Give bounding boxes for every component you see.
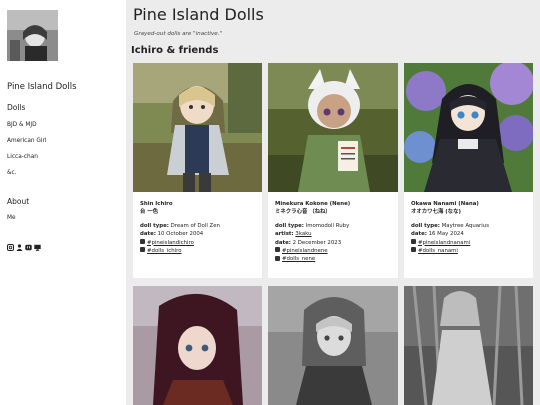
doll-photo-row2-1[interactable] xyxy=(133,286,262,405)
instagram-icon[interactable] xyxy=(7,236,14,251)
doll-card-row2-3[interactable] xyxy=(404,286,533,405)
doll-info-ichiro: Shin Ichiro 台 一色 doll type: Dream of Dol… xyxy=(140,200,258,255)
field-label: date: xyxy=(411,231,427,238)
doll-name: Shin Ichiro xyxy=(140,201,173,207)
doll-photo-ichiro[interactable] xyxy=(133,63,262,192)
doll-card-row2-2[interactable] xyxy=(268,286,398,405)
avatar[interactable] xyxy=(7,10,58,61)
doll-info-nanami: Okawa Nanami (Nana) オオカワ七海 (なな) doll typ… xyxy=(411,200,529,255)
doll-card-ichiro[interactable]: Shin Ichiro 台 一色 doll type: Dream of Dol… xyxy=(133,63,262,278)
mastodon-tag-link[interactable]: #dolls_nanami xyxy=(418,248,458,254)
doll-type-value: Imomodoll Ruby xyxy=(305,222,350,229)
doll-name: Minekura Kokone (Nene) xyxy=(275,201,351,207)
field-label: artist: xyxy=(275,231,294,238)
doll-photo-row2-2[interactable] xyxy=(268,286,398,405)
monitor-icon[interactable] xyxy=(34,236,41,251)
doll-kana: オオカワ七海 (なな) xyxy=(411,209,461,216)
instagram-icon xyxy=(275,247,280,253)
field-label: date: xyxy=(275,239,291,246)
nav-heading-about[interactable]: About xyxy=(7,197,29,206)
instagram-tag-link[interactable]: #pineislandnene xyxy=(282,248,328,254)
instagram-icon xyxy=(140,239,145,244)
date-value: 2 December 2023 xyxy=(292,239,342,246)
page-title: Pine Island Dolls xyxy=(133,5,264,24)
field-label: date: xyxy=(140,231,156,238)
field-label: doll type: xyxy=(411,222,440,229)
mastodon-tag-link[interactable]: #dolls_nene xyxy=(282,256,315,262)
doll-info-nene: Minekura Kokone (Nene) ミネクラ心音 （ねね） doll … xyxy=(275,200,394,264)
page: Pine Island Dolls Dolls BJD & MJD Americ… xyxy=(0,0,540,405)
field-label: doll type: xyxy=(140,222,169,229)
doll-photo-nanami[interactable] xyxy=(404,63,533,192)
doll-type-value: Maytree Aquarius xyxy=(441,222,490,229)
date-value: 10 October 2004 xyxy=(157,231,204,238)
doll-kana: ミネクラ心音 （ねね） xyxy=(275,209,331,216)
site-title[interactable]: Pine Island Dolls xyxy=(7,82,77,92)
social-links xyxy=(7,236,41,251)
nav-item-etc[interactable]: &c. xyxy=(7,170,17,176)
sidebar: Pine Island Dolls Dolls BJD & MJD Americ… xyxy=(0,0,126,405)
date-value: 16 May 2024 xyxy=(428,231,464,238)
instagram-tag-link[interactable]: #pineislandichiro xyxy=(147,240,194,246)
artist-link[interactable]: 3kaku xyxy=(295,231,311,237)
person-icon[interactable] xyxy=(16,236,23,251)
mastodon-icon xyxy=(140,247,145,253)
doll-type-value: Dream of Doll Zen xyxy=(170,222,220,229)
doll-card-nene[interactable]: Minekura Kokone (Nene) ミネクラ心音 （ねね） doll … xyxy=(268,63,398,278)
doll-card-nanami[interactable]: Okawa Nanami (Nana) オオカワ七海 (なな) doll typ… xyxy=(404,63,533,278)
inactive-note: Grayed-out dolls are "inactive." xyxy=(134,31,223,37)
doll-kana: 台 一色 xyxy=(140,209,159,216)
nav-heading-dolls[interactable]: Dolls xyxy=(7,103,25,112)
nav-item-licca-chan[interactable]: Licca-chan xyxy=(7,154,38,160)
mastodon-icon[interactable] xyxy=(25,236,32,251)
instagram-icon xyxy=(411,239,416,244)
main-content: Pine Island Dolls Grayed-out dolls are "… xyxy=(126,0,540,405)
doll-card-row2-1[interactable] xyxy=(133,286,262,405)
mastodon-icon xyxy=(275,255,280,261)
doll-name: Okawa Nanami (Nana) xyxy=(411,201,479,207)
nav-item-american-girl[interactable]: American Girl xyxy=(7,138,47,144)
doll-photo-nene[interactable] xyxy=(268,63,398,192)
section-title: Ichiro & friends xyxy=(131,45,219,56)
nav-item-me[interactable]: Me xyxy=(7,215,16,221)
mastodon-tag-link[interactable]: #dolls_ichiro xyxy=(147,248,182,254)
mastodon-icon xyxy=(411,247,416,253)
doll-photo-row2-3[interactable] xyxy=(404,286,533,405)
field-label: doll type: xyxy=(275,222,304,229)
nav-item-bjd-mjd[interactable]: BJD & MJD xyxy=(7,122,37,128)
instagram-tag-link[interactable]: #pineislandnanami xyxy=(418,240,470,246)
